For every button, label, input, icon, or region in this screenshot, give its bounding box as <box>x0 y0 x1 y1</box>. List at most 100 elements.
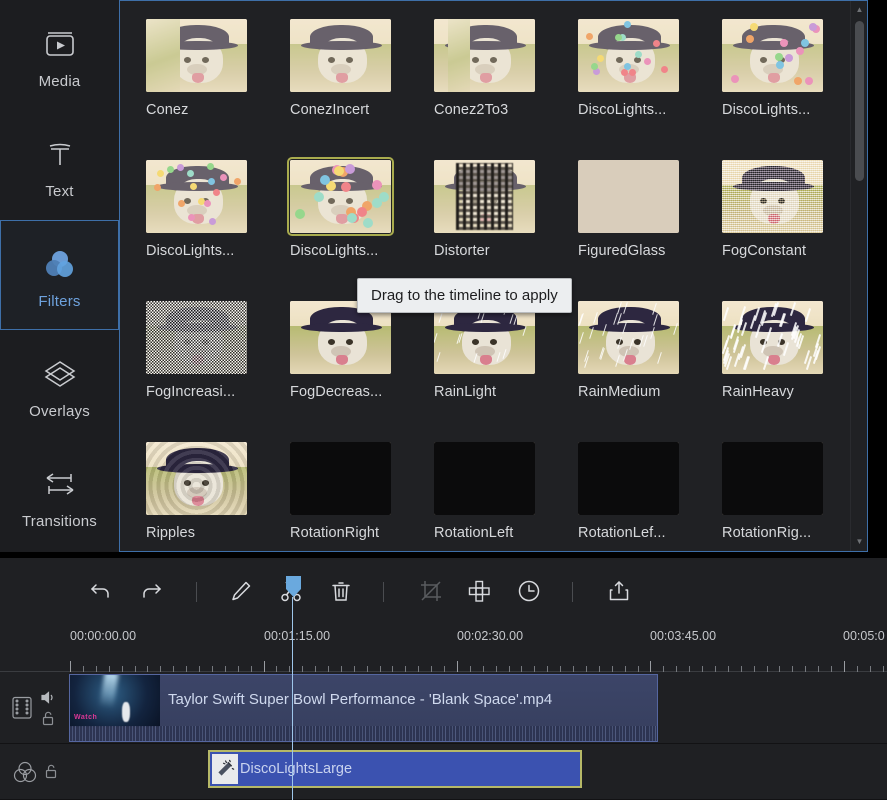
filter-thumbnail[interactable] <box>287 157 394 236</box>
filter-circles-icon <box>12 759 38 785</box>
video-editor-window: Media Text Filters Overlays Transitions … <box>0 0 887 800</box>
filter-item[interactable]: DiscoLights... <box>722 19 866 160</box>
filter-thumbnail[interactable] <box>578 19 679 92</box>
volume-icon[interactable] <box>40 690 56 705</box>
filter-label: FogDecreas... <box>290 384 383 400</box>
filters-grid: Conez ConezIncert Conez2To3 DiscoLights... D… <box>120 1 850 551</box>
filter-thumbnail[interactable] <box>722 19 823 92</box>
timeline-area: 00:00:00.00 00:01:15.00 00:02:30.00 00:03:4… <box>0 558 887 800</box>
toolbar-divider <box>383 582 384 602</box>
filter-label: DiscoLights... <box>722 102 811 118</box>
filter-thumbnail[interactable] <box>434 160 535 233</box>
export-button[interactable] <box>602 574 636 608</box>
sidebar-item-label: Media <box>38 72 81 90</box>
unlock-icon[interactable] <box>41 711 55 726</box>
ruler-tick <box>264 661 265 672</box>
undo-button[interactable] <box>84 574 118 608</box>
timeline-toolbar <box>0 558 887 624</box>
sidebar-item-text[interactable]: Text <box>0 110 119 220</box>
filter-label: DiscoLights... <box>578 102 667 118</box>
effect-track-header <box>0 744 68 799</box>
panel-scrollbar[interactable]: ▲ ▼ <box>850 1 867 551</box>
filter-thumbnail[interactable] <box>722 442 823 515</box>
toolbar-divider <box>196 582 197 602</box>
ruler-tick <box>457 661 458 672</box>
filter-thumbnail[interactable] <box>146 19 247 92</box>
filter-thumbnail[interactable] <box>290 19 391 92</box>
filter-label: Ripples <box>146 525 196 541</box>
video-track-header <box>0 672 68 743</box>
mosaic-button[interactable] <box>462 574 496 608</box>
filter-item[interactable]: Conez <box>146 19 290 160</box>
filter-item[interactable]: Ripples <box>146 442 290 551</box>
video-track: Watch Taylor Swift Super Bowl Performanc… <box>0 672 887 744</box>
scroll-down-arrow[interactable]: ▼ <box>851 533 867 549</box>
playhead-line <box>292 597 293 800</box>
filter-thumbnail[interactable] <box>146 160 247 233</box>
sidebar-item-label: Filters <box>38 292 81 310</box>
filter-item[interactable]: FiguredGlass <box>578 160 722 301</box>
unlock-icon[interactable] <box>44 764 58 779</box>
edit-button[interactable] <box>224 574 258 608</box>
ruler-time-label: 00:02:30.00 <box>457 629 524 643</box>
filter-item[interactable]: RotationLeft <box>434 442 578 551</box>
speed-button[interactable] <box>512 574 546 608</box>
ruler-tick <box>70 661 71 672</box>
ruler-tick <box>844 661 845 672</box>
filter-thumbnail[interactable] <box>434 442 535 515</box>
video-clip-thumbnail: Watch <box>70 675 160 727</box>
scroll-up-arrow[interactable]: ▲ <box>851 1 867 17</box>
filter-thumbnail[interactable] <box>146 301 247 374</box>
sidebar-item-label: Overlays <box>29 402 90 420</box>
redo-button[interactable] <box>134 574 168 608</box>
sidebar-item-transitions[interactable]: Transitions <box>0 440 119 550</box>
watermark: Watch <box>74 714 98 721</box>
delete-button[interactable] <box>324 574 358 608</box>
effect-track: DiscoLightsLarge <box>0 744 887 800</box>
crop-button[interactable] <box>414 574 448 608</box>
filter-item[interactable]: Conez2To3 <box>434 19 578 160</box>
sidebar-item-overlays[interactable]: Overlays <box>0 330 119 440</box>
effect-clip[interactable]: DiscoLightsLarge <box>208 750 582 788</box>
filter-item[interactable]: RotationRig... <box>722 442 866 551</box>
video-clip[interactable]: Watch Taylor Swift Super Bowl Performanc… <box>69 674 658 742</box>
filter-thumbnail[interactable] <box>434 19 535 92</box>
filter-item[interactable]: DiscoLights... <box>578 19 722 160</box>
filter-label: FogIncreasi... <box>146 384 236 400</box>
filter-thumbnail[interactable] <box>578 442 679 515</box>
filter-thumbnail[interactable] <box>578 301 679 374</box>
filter-item[interactable]: RainMedium <box>578 301 722 442</box>
filter-label: RotationRig... <box>722 525 812 541</box>
filter-thumbnail[interactable] <box>722 160 823 233</box>
ruler-tick <box>650 661 651 672</box>
sidebar-item-filters[interactable]: Filters <box>0 220 119 330</box>
sidebar-item-label: Transitions <box>21 512 97 530</box>
filter-label: RotationLeft <box>434 525 514 541</box>
filter-item[interactable]: DiscoLights... <box>146 160 290 301</box>
left-sidebar: Media Text Filters Overlays Transitions <box>0 0 119 552</box>
text-icon <box>42 131 78 177</box>
tooltip: Drag to the timeline to apply <box>357 278 572 313</box>
filter-label: RotationRight <box>290 525 380 541</box>
filters-panel: Conez ConezIncert Conez2To3 DiscoLights... D… <box>119 0 868 552</box>
filter-item[interactable]: RainHeavy <box>722 301 866 442</box>
scrollbar-thumb[interactable] <box>855 21 864 181</box>
filter-item[interactable]: RotationLef... <box>578 442 722 551</box>
filter-item[interactable]: RainLight <box>434 301 578 442</box>
toolbar-divider <box>572 582 573 602</box>
filter-item[interactable]: FogConstant <box>722 160 866 301</box>
filter-thumbnail[interactable] <box>290 442 391 515</box>
filter-label: Conez <box>146 102 189 118</box>
filter-item[interactable]: ConezIncert <box>290 19 434 160</box>
sidebar-item-label: Text <box>45 182 74 200</box>
filter-label: RainHeavy <box>722 384 794 400</box>
filter-thumbnail[interactable] <box>722 301 823 374</box>
timeline-ruler[interactable]: 00:00:00.00 00:01:15.00 00:02:30.00 00:03:4… <box>0 624 887 672</box>
filter-thumbnail[interactable] <box>146 442 247 515</box>
filter-item[interactable]: FogIncreasi... <box>146 301 290 442</box>
filter-thumbnail[interactable] <box>578 160 679 233</box>
sidebar-item-media[interactable]: Media <box>0 0 119 110</box>
filter-item[interactable]: RotationRight <box>290 442 434 551</box>
filter-item[interactable]: FogDecreas... <box>290 301 434 442</box>
magic-wand-icon <box>212 754 238 784</box>
